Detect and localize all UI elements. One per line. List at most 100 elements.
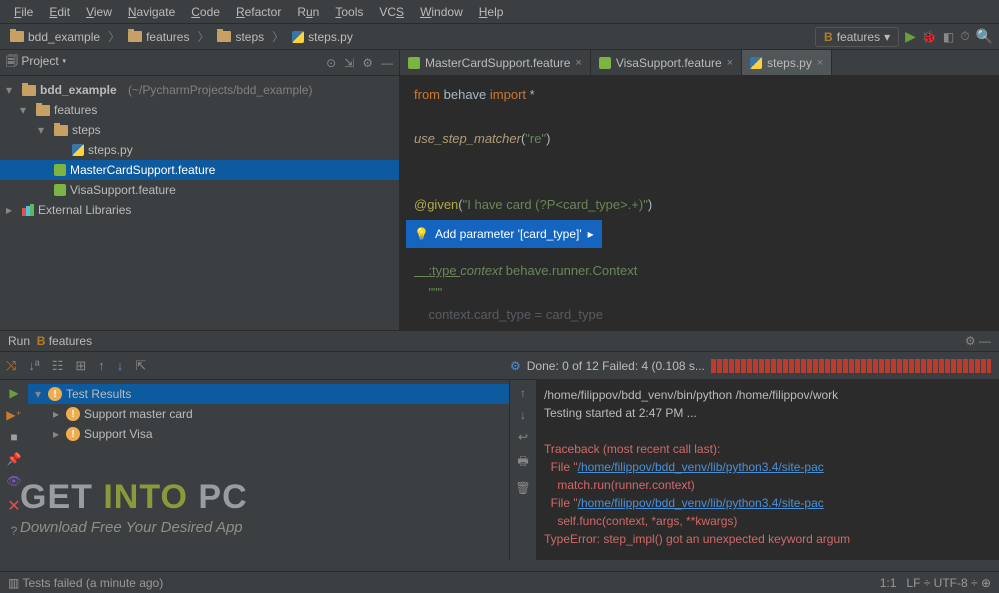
sort-icon[interactable]: ↓ª <box>28 358 39 373</box>
tab-steps-py[interactable]: steps.py× <box>742 50 832 75</box>
menu-edit[interactable]: Edit <box>41 5 78 19</box>
close-icon[interactable]: × <box>727 57 733 69</box>
test-tree[interactable]: ▾!Test Results ▸!Support master card ▸!S… <box>28 380 510 560</box>
menu-view[interactable]: View <box>78 5 120 19</box>
intention-popup[interactable]: 💡 Add parameter '[card_type]' ▸ <box>406 220 602 248</box>
menu-refactor[interactable]: Refactor <box>228 5 289 19</box>
menu-vcs[interactable]: VCS <box>371 5 412 19</box>
editor-tabs: MasterCardSupport.feature× VisaSupport.f… <box>400 50 999 76</box>
test-progress-bar <box>711 359 991 373</box>
test-settings-icon[interactable]: ⚙ <box>510 359 521 373</box>
caret-position[interactable]: 1:1 <box>880 576 897 590</box>
folder-icon <box>22 85 36 96</box>
soft-wrap-icon[interactable]: ↩ <box>518 430 528 444</box>
feature-file-icon <box>54 184 66 196</box>
scroll-from-source-icon[interactable]: ⊙ <box>326 56 336 70</box>
test-results-root[interactable]: ▾!Test Results <box>28 384 509 404</box>
lock-icon[interactable]: ⊕ <box>981 576 991 590</box>
status-bar: ▥ Tests failed (a minute ago) 1:1 LF ÷ U… <box>0 571 999 593</box>
hide-icon[interactable]: — <box>381 56 393 70</box>
behave-icon: B <box>824 30 833 44</box>
expand-icon[interactable]: ⊞ <box>75 358 86 374</box>
behave-icon: B <box>37 334 46 348</box>
menu-help[interactable]: Help <box>471 5 512 19</box>
run-settings-icon[interactable]: ⚙ — <box>965 334 991 348</box>
crumb-root[interactable]: bdd_example <box>6 28 104 46</box>
warn-icon: ! <box>66 427 80 441</box>
debug-button[interactable]: 🐞 <box>922 30 937 44</box>
console-output[interactable]: /home/filippov/bdd_venv/bin/python /home… <box>536 380 999 560</box>
run-config-selector[interactable]: B features ▾ <box>815 27 899 47</box>
status-message: Tests failed (a minute ago) <box>22 576 163 590</box>
tree-visa-feature[interactable]: VisaSupport.feature <box>0 180 399 200</box>
watch-icon[interactable]: 👁 <box>6 474 21 488</box>
close-run-icon[interactable]: ✕ <box>7 496 20 516</box>
bulb-icon: 💡 <box>414 223 429 245</box>
crumb-features[interactable]: features <box>124 28 193 46</box>
encoding[interactable]: UTF-8 <box>934 576 968 590</box>
python-file-icon <box>750 57 762 69</box>
chevron-right-icon: ▸ <box>588 223 594 245</box>
breadcrumb: bdd_example〉 features〉 steps〉 steps.py <box>6 28 357 46</box>
filter-icon[interactable]: ☷ <box>52 358 64 374</box>
tree-features[interactable]: ▾features <box>0 100 399 120</box>
close-icon[interactable]: × <box>817 57 823 69</box>
rerun-icon[interactable]: ▶ <box>9 386 18 400</box>
menu-navigate[interactable]: Navigate <box>120 5 183 19</box>
stop-icon[interactable]: ■ <box>10 430 17 444</box>
export-icon[interactable]: ⇱ <box>135 358 146 374</box>
coverage-button[interactable]: ◧ <box>943 30 954 44</box>
tab-mastercard[interactable]: MasterCardSupport.feature× <box>400 50 591 75</box>
close-icon[interactable]: × <box>575 57 581 69</box>
rerun-failed-icon[interactable]: ▶⁺ <box>6 408 22 422</box>
test-visa[interactable]: ▸!Support Visa <box>28 424 509 444</box>
menu-bar: File Edit View Navigate Code Refactor Ru… <box>0 0 999 24</box>
run-gutter: ▶ ▶⁺ ■ 📌 👁 ✕ ? <box>0 380 28 560</box>
tab-visa[interactable]: VisaSupport.feature× <box>591 50 742 75</box>
scroll-down-icon[interactable]: ↓ <box>520 408 526 422</box>
clear-icon[interactable]: 🗑 <box>515 481 530 495</box>
folder-icon <box>36 105 50 116</box>
test-summary: Done: 0 of 12 Failed: 4 (0.108 s... <box>527 359 705 373</box>
collapse-all-icon[interactable]: ⇲ <box>344 56 354 70</box>
folder-icon <box>10 31 24 42</box>
up-icon[interactable]: ↑ <box>98 358 105 373</box>
console-gutter: ↑ ↓ ↩ 🖶 🗑 <box>510 380 536 560</box>
crumb-file[interactable]: steps.py <box>288 28 357 46</box>
menu-code[interactable]: Code <box>183 5 228 19</box>
settings-icon[interactable]: ⚙ <box>362 56 373 70</box>
project-tool-window: 🗐 Project ▾ ⊙ ⇲ ⚙ — ▾bdd_example (~/Pych… <box>0 50 400 330</box>
pin-icon[interactable]: 📌 <box>7 452 22 466</box>
python-file-icon <box>292 31 304 43</box>
run-toolbar: ⤨ ↓ª ☷ ⊞ ↑ ↓ ⇱ ⚙ Done: 0 of 12 Failed: 4… <box>0 352 999 380</box>
editor: MasterCardSupport.feature× VisaSupport.f… <box>400 50 999 330</box>
project-tree[interactable]: ▾bdd_example (~/PycharmProjects/bdd_exam… <box>0 76 399 330</box>
help-icon[interactable]: ? <box>11 524 18 538</box>
search-icon[interactable]: 🔍 <box>976 28 993 45</box>
scroll-up-icon[interactable]: ↑ <box>520 386 526 400</box>
run-header: Run B features ⚙ — <box>0 330 999 352</box>
crumb-steps[interactable]: steps <box>213 28 268 46</box>
test-master[interactable]: ▸!Support master card <box>28 404 509 424</box>
project-view-selector[interactable]: 🗐 Project ▾ <box>6 52 66 73</box>
warn-icon: ! <box>66 407 80 421</box>
library-icon <box>22 204 34 216</box>
tree-steps-py[interactable]: steps.py <box>0 140 399 160</box>
profile-button[interactable]: ⏱ <box>960 29 969 44</box>
run-button[interactable]: ▶ <box>905 28 916 45</box>
folder-icon <box>217 31 231 42</box>
show-passed-icon[interactable]: ⤨ <box>6 358 16 374</box>
menu-tools[interactable]: Tools <box>327 5 371 19</box>
code-editor[interactable]: from behave import * use_step_matcher("r… <box>400 76 999 330</box>
line-ending[interactable]: LF <box>906 576 920 590</box>
tree-project-root[interactable]: ▾bdd_example (~/PycharmProjects/bdd_exam… <box>0 80 399 100</box>
print-icon[interactable]: 🖶 <box>517 452 528 473</box>
menu-file[interactable]: File <box>6 5 41 19</box>
tree-external-libs[interactable]: ▸External Libraries <box>0 200 399 220</box>
menu-run[interactable]: Run <box>289 5 327 19</box>
menu-window[interactable]: Window <box>412 5 471 19</box>
tree-steps[interactable]: ▾steps <box>0 120 399 140</box>
tree-mastercard-feature[interactable]: MasterCardSupport.feature <box>0 160 399 180</box>
folder-icon <box>54 125 68 136</box>
down-icon[interactable]: ↓ <box>117 358 124 373</box>
